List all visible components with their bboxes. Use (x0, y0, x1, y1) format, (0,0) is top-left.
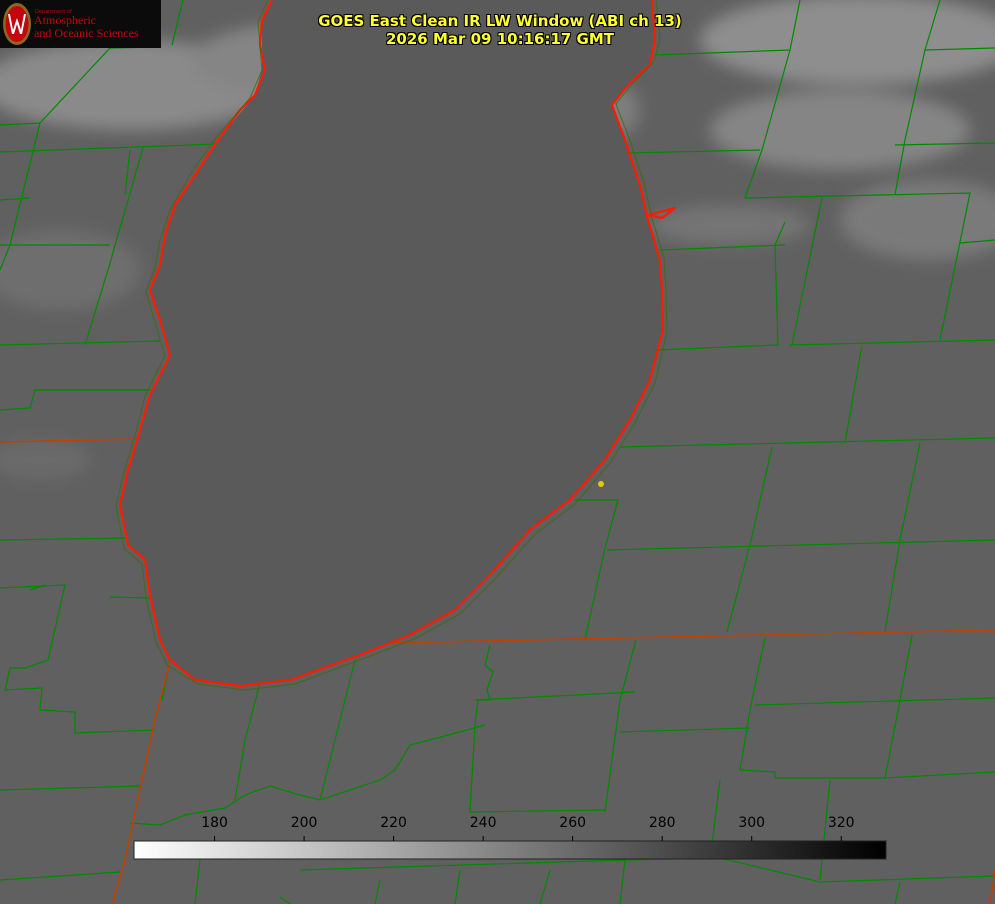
image-timestamp: 2026 Mar 09 10:16:17 GMT (385, 30, 615, 48)
colorbar-tick-label: 320 (827, 815, 855, 831)
satellite-map (0, 0, 995, 904)
colorbar-tick-label: 300 (738, 815, 766, 831)
image-title: GOES East Clean IR LW Window (ABI ch 13) (318, 12, 682, 30)
colorbar-tick-label: 280 (648, 815, 676, 831)
colorbar-tick-label: 260 (559, 815, 587, 831)
uw-aos-logo: Department of Atmospheric and Oceanic Sc… (0, 0, 161, 48)
colorbar (133, 840, 887, 860)
colorbar-tick-label: 180 (201, 815, 228, 831)
colorbar-tick-label: 200 (290, 815, 318, 831)
logo-line-2: and Oceanic Sciences (34, 26, 139, 40)
location-marker (598, 481, 604, 487)
colorbar-tick-label: 220 (380, 815, 407, 831)
colorbar-tick-label: 240 (469, 815, 497, 831)
uw-crest-icon (3, 3, 31, 45)
